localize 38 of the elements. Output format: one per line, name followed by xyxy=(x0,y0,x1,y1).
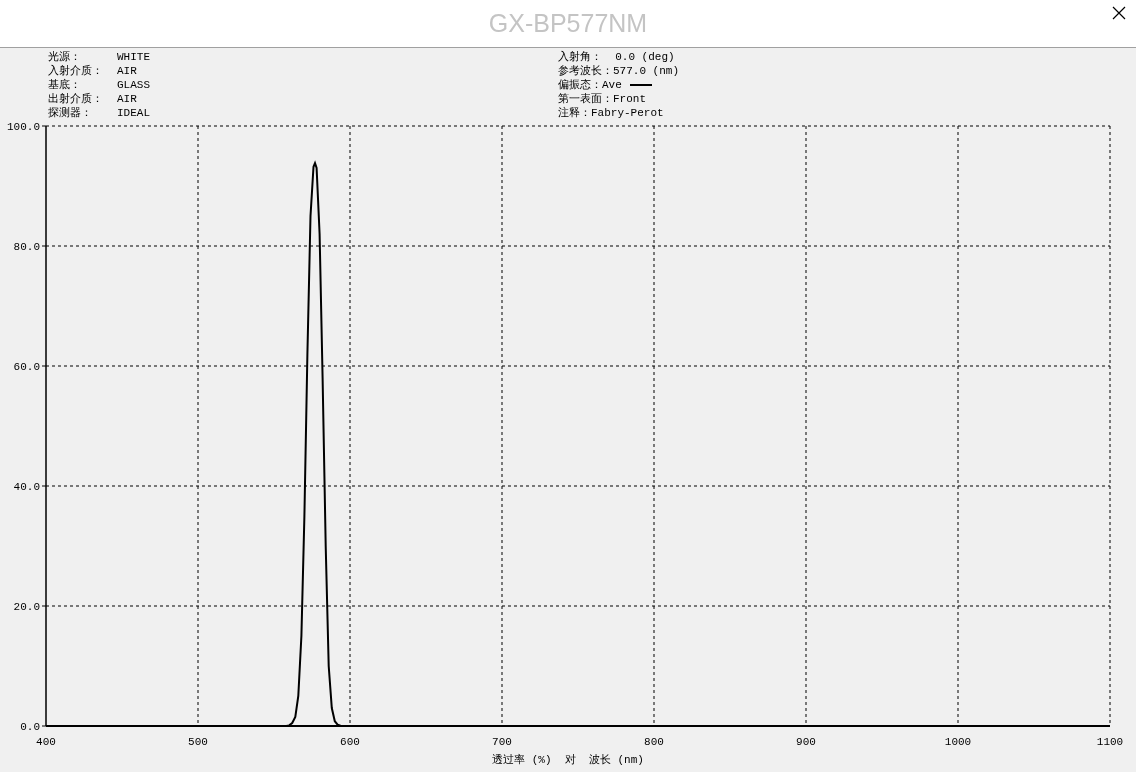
y-tick-label: 20.0 xyxy=(13,601,40,613)
x-tick-label: 400 xyxy=(36,736,56,748)
info-label: 入射角： xyxy=(558,50,602,64)
info-label: 光源： xyxy=(48,50,82,64)
window-title: GX-BP577NM xyxy=(488,9,648,38)
y-tick-label: 100.0 xyxy=(7,121,40,133)
info-value: AIR xyxy=(117,92,138,106)
x-tick-label: 1100 xyxy=(1096,736,1124,748)
y-tick-label: 60.0 xyxy=(13,361,40,373)
x-tick-label: 500 xyxy=(188,736,208,748)
y-tick-label: 40.0 xyxy=(13,481,40,493)
info-value: Fabry-Perot xyxy=(591,106,664,120)
info-value: WHITE xyxy=(117,50,151,64)
x-tick-label: 600 xyxy=(340,736,360,748)
x-tick-label: 900 xyxy=(796,736,816,748)
info-label: 探测器： xyxy=(48,106,93,120)
x-tick-label: 1000 xyxy=(944,736,972,748)
info-value: 577.0 (nm) xyxy=(613,64,679,78)
info-value: AIR xyxy=(117,64,138,78)
info-value: IDEAL xyxy=(117,106,151,120)
info-label: 入射介质： xyxy=(48,64,104,78)
info-label: 第一表面： xyxy=(558,92,613,106)
info-label: 偏振态： xyxy=(558,78,602,92)
info-value: 0.0 (deg) xyxy=(614,50,675,64)
info-label: 注释： xyxy=(558,106,591,120)
axis-title: 透过率 (%) 对 波长 (nm) xyxy=(492,754,644,766)
x-tick-label: 700 xyxy=(492,736,512,748)
close-icon[interactable] xyxy=(1112,6,1126,20)
legend-label: Ave xyxy=(602,78,622,92)
info-value: Front xyxy=(613,92,646,106)
y-tick-label: 80.0 xyxy=(13,241,40,253)
info-label: 出射介质： xyxy=(48,92,104,106)
legend-line xyxy=(629,84,652,86)
x-tick-label: 800 xyxy=(644,736,664,748)
info-label: 基底： xyxy=(48,78,82,92)
info-label: 参考波长： xyxy=(558,64,613,78)
y-tick-label: 0.0 xyxy=(20,721,40,733)
info-value: GLASS xyxy=(117,78,151,92)
